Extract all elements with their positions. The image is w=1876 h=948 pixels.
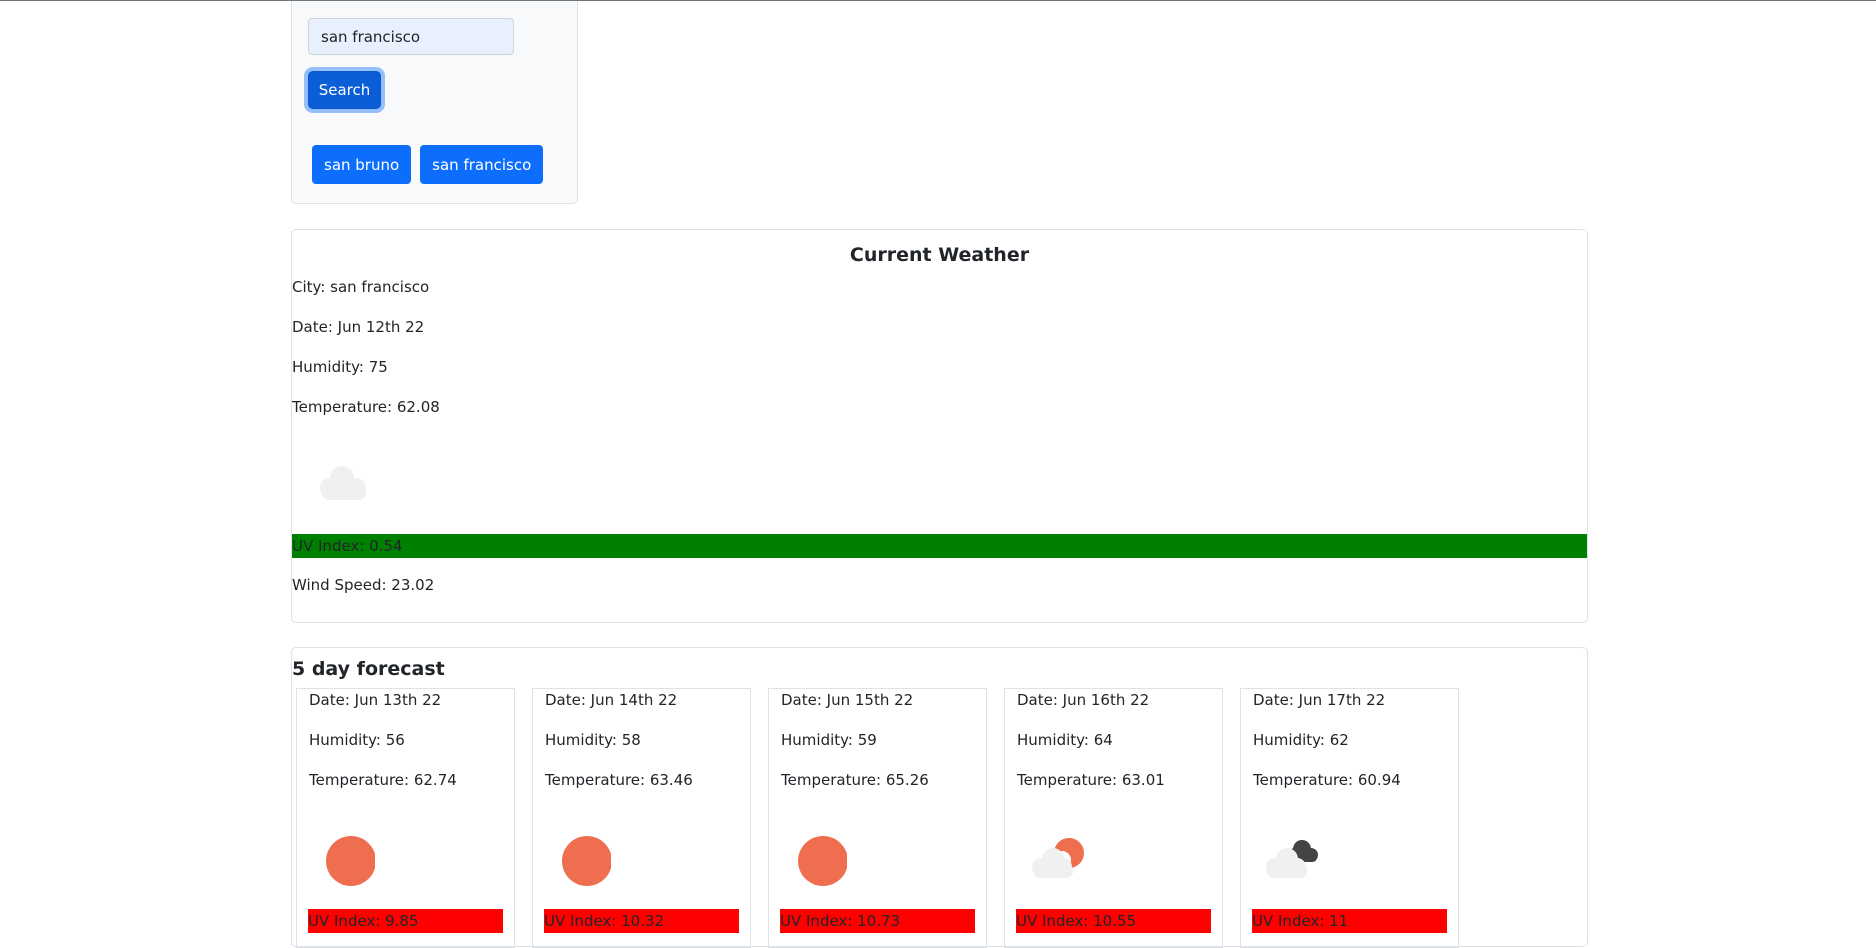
current-uv-index: UV Index: 0.54 [292,534,1587,558]
sun-icon [798,836,847,886]
forecast-card-4: Date: Jun 16th 22 Humidity: 64 Temperatu… [1004,688,1223,948]
forecast-date: Date: Jun 15th 22 [781,691,914,709]
forecast-humidity: Humidity: 64 [1017,731,1113,749]
current-date: Date: Jun 12th 22 [292,318,425,336]
forecast-humidity: Humidity: 62 [1253,731,1349,749]
forecast-date: Date: Jun 17th 22 [1253,691,1386,709]
cloud-icon [320,466,366,500]
forecast-date: Date: Jun 16th 22 [1017,691,1150,709]
forecast-card-2: Date: Jun 14th 22 Humidity: 58 Temperatu… [532,688,751,948]
current-city: City: san francisco [292,278,430,296]
forecast-date: Date: Jun 13th 22 [309,691,442,709]
forecast-uv-index: UV Index: 10.73 [780,909,975,933]
current-weather-card: Current Weather City: san francisco Date… [291,229,1588,623]
forecast-temperature: Temperature: 65.26 [781,771,929,789]
history-button-san-francisco[interactable]: san francisco [420,145,544,184]
forecast-title: 5 day forecast [292,658,445,680]
forecast-date: Date: Jun 14th 22 [545,691,678,709]
cloudy-icon [1266,840,1318,878]
forecast-uv-index: UV Index: 10.55 [1016,909,1211,933]
forecast-humidity: Humidity: 56 [309,731,405,749]
sun-icon [562,836,611,886]
current-weather-title: Current Weather [849,244,1030,266]
forecast-temperature: Temperature: 63.01 [1017,771,1165,789]
current-temperature: Temperature: 62.08 [292,398,440,416]
partly-cloudy-icon [1032,838,1084,878]
sun-icon [326,836,375,886]
forecast-uv-index: UV Index: 10.32 [544,909,739,933]
forecast-card-3: Date: Jun 15th 22 Humidity: 59 Temperatu… [768,688,987,948]
forecast-temperature: Temperature: 63.46 [545,771,693,789]
history-button-san-bruno[interactable]: san bruno [312,145,412,184]
forecast-temperature: Temperature: 62.74 [309,771,457,789]
forecast-card-1: Date: Jun 13th 22 Humidity: 56 Temperatu… [296,688,515,948]
forecast-section: 5 day forecast Date: Jun 13th 22 Humidit… [291,647,1588,948]
current-humidity: Humidity: 75 [292,358,388,376]
city-search-input[interactable] [308,18,514,55]
current-wind-speed: Wind Speed: 23.02 [292,576,435,594]
forecast-humidity: Humidity: 58 [545,731,641,749]
search-button[interactable]: Search [308,71,381,109]
forecast-uv-index: UV Index: 9.85 [308,909,503,933]
forecast-card-5: Date: Jun 17th 22 Humidity: 62 Temperatu… [1240,688,1459,948]
forecast-uv-index: UV Index: 11 [1252,909,1447,933]
search-history: san bruno san francisco [312,145,544,184]
forecast-humidity: Humidity: 59 [781,731,877,749]
search-panel: Search san bruno san francisco [291,1,578,204]
forecast-temperature: Temperature: 60.94 [1253,771,1401,789]
